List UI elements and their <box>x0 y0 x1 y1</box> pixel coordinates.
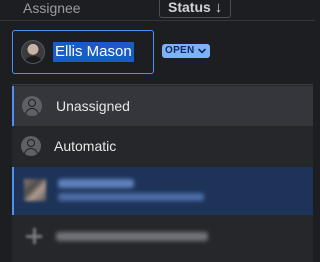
invite-label-blurred <box>56 232 208 241</box>
status-badge-label: OPEN <box>165 45 195 56</box>
person-icon <box>22 96 42 116</box>
user-email-blurred <box>58 193 204 201</box>
dropdown-item-automatic[interactable]: Automatic <box>12 126 313 166</box>
status-column-label: Status <box>168 0 211 15</box>
chevron-down-icon <box>197 48 206 54</box>
user-name-blurred <box>58 179 134 188</box>
table-header: Assignee Status ↓ <box>0 0 315 21</box>
status-badge[interactable]: OPEN <box>162 44 210 58</box>
dropdown-item-unassigned[interactable]: Unassigned <box>12 86 313 126</box>
dropdown-item-label: Unassigned <box>56 98 130 114</box>
assignee-column-header[interactable]: Assignee <box>23 0 81 17</box>
dropdown-item-label: Automatic <box>54 138 117 154</box>
dropdown-item-invite[interactable] <box>12 216 313 258</box>
left-gutter <box>0 84 12 262</box>
assignee-field[interactable]: Ellis Mason <box>12 30 154 74</box>
arrow-down-icon: ↓ <box>214 0 223 16</box>
assignee-value: Ellis Mason <box>53 42 134 62</box>
user-avatar-icon <box>21 40 45 64</box>
person-icon <box>21 136 41 156</box>
assignee-dropdown: Unassigned Automatic <box>12 84 313 262</box>
plus-icon <box>26 228 42 244</box>
dropdown-item-user[interactable] <box>12 167 313 215</box>
status-column-header[interactable]: Status ↓ <box>159 0 232 18</box>
user-avatar-icon <box>24 179 46 201</box>
